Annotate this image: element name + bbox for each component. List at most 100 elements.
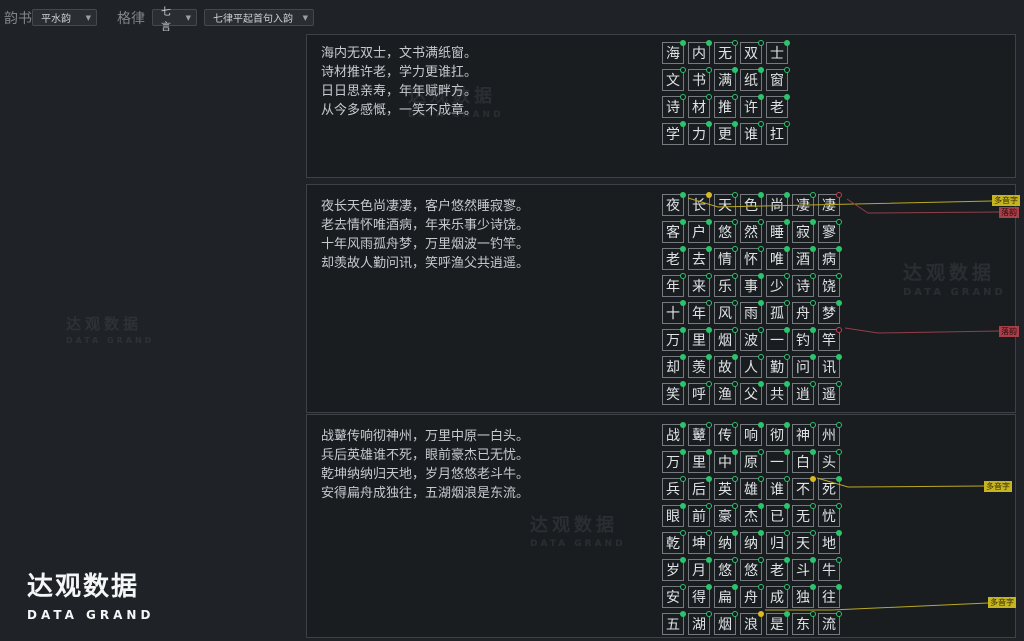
tone-dot-icon [706,611,712,617]
char-cell: 寂 [792,221,814,243]
char-cell: 双 [740,42,762,64]
char-cell: 夜 [662,194,684,216]
rhyme-error-badge: 落韵 [999,207,1019,218]
char-cell: 钓 [792,329,814,351]
char-cell: 谁 [740,123,762,145]
char-cell: 却 [662,356,684,378]
tone-dot-icon [732,503,738,509]
char-cell: 年 [688,302,710,324]
tone-dot-icon [706,530,712,536]
char-cell: 然 [740,221,762,243]
tone-dot-icon [732,67,738,73]
char-cell: 战 [662,424,684,446]
tone-dot-icon [732,381,738,387]
poem-panel: 战鼙传响彻神州，万里中原一白头。兵后英雄谁不死，眼前豪杰已无忧。乾坤纳纳归天地，… [306,414,1016,638]
tone-dot-icon [836,273,842,279]
char-cell: 湖 [688,613,710,635]
pattern-select[interactable]: 七律平起首句入韵 ▼ [204,9,314,26]
char-cell: 头 [818,451,840,473]
char-cell: 海 [662,42,684,64]
tone-dot-icon [810,192,816,198]
tone-dot-icon [732,121,738,127]
meter-select[interactable]: 七言 ▼ [152,9,197,26]
char-cell: 士 [766,42,788,64]
tone-dot-icon [732,530,738,536]
tone-dot-icon [784,67,790,73]
char-grid-row: 五湖烟浪是东流 [662,613,844,636]
char-grid-row: 老去情怀唯酒病 [662,248,844,271]
tone-dot-icon [836,381,842,387]
poem-line: 乾坤纳纳归天地，岁月悠悠老斗牛。 [321,465,529,484]
char-cell: 许 [740,96,762,118]
poem-text: 夜长天色尚凄凄，客户悠然睡寂寥。老去情怀唯酒病，年来乐事少诗饶。十年风雨孤舟梦，… [321,197,529,273]
char-grid-row: 文书满纸窗 [662,69,792,92]
tone-dot-icon [810,327,816,333]
char-cell: 得 [688,586,710,608]
tone-dot-icon [784,557,790,563]
tone-dot-icon [680,67,686,73]
tone-dot-icon [680,192,686,198]
char-cell: 文 [662,69,684,91]
tone-dot-icon [836,584,842,590]
tone-dot-icon [784,354,790,360]
tone-dot-icon [732,476,738,482]
tone-dot-icon [810,449,816,455]
tone-dot-icon [758,219,764,225]
char-cell: 是 [766,613,788,635]
tone-dot-icon [680,381,686,387]
char-cell: 月 [688,559,710,581]
tone-dot-icon [680,422,686,428]
char-cell: 故 [714,356,736,378]
tone-dot-icon [784,584,790,590]
char-cell: 里 [688,451,710,473]
tone-dot-icon [784,530,790,536]
meter-label: 格律 [117,8,145,28]
tone-dot-icon [706,422,712,428]
char-cell: 纳 [740,532,762,554]
rhyme-error-badge: 落韵 [999,326,1019,337]
char-grid: 夜长天色尚凄凄客户悠然睡寂寥老去情怀唯酒病年来乐事少诗饶十年风雨孤舟梦万里烟波一… [662,194,844,410]
polyphonic-badge: 多音字 [992,195,1020,206]
char-cell: 杰 [740,505,762,527]
tone-dot-icon [706,354,712,360]
char-cell: 舟 [740,586,762,608]
char-cell: 扛 [766,123,788,145]
poem-line: 战鼙传响彻神州，万里中原一白头。 [321,427,529,446]
tone-dot-icon [732,584,738,590]
char-cell: 讯 [818,356,840,378]
tone-dot-icon [784,381,790,387]
tone-dot-icon [836,246,842,252]
char-cell: 凄 [818,194,840,216]
char-cell: 雄 [740,478,762,500]
poem-line: 从今多感慨，一笑不成章。 [321,101,477,120]
char-grid-row: 万里烟波一钓竿 [662,329,844,352]
poem-text: 战鼙传响彻神州，万里中原一白头。兵后英雄谁不死，眼前豪杰已无忧。乾坤纳纳归天地，… [321,427,529,503]
char-cell: 病 [818,248,840,270]
char-cell: 不 [792,478,814,500]
chevron-down-icon: ▼ [86,14,91,22]
char-grid-row: 岁月悠悠老斗牛 [662,559,844,582]
tone-dot-icon [836,300,842,306]
char-cell: 学 [662,123,684,145]
tone-dot-icon [706,121,712,127]
char-cell: 眼 [662,505,684,527]
char-cell: 浪 [740,613,762,635]
tone-dot-icon [758,503,764,509]
char-grid-row: 安得扁舟成独往 [662,586,844,609]
tone-dot-icon [706,192,712,198]
char-cell: 舟 [792,302,814,324]
tone-dot-icon [784,476,790,482]
tone-dot-icon [706,246,712,252]
char-cell: 少 [766,275,788,297]
char-cell: 事 [740,275,762,297]
char-cell: 长 [688,194,710,216]
char-cell: 白 [792,451,814,473]
tone-dot-icon [758,121,764,127]
tone-dot-icon [732,449,738,455]
rhyme-book-select[interactable]: 平水韵 ▼ [32,9,97,26]
char-cell: 更 [714,123,736,145]
tone-dot-icon [810,354,816,360]
char-cell: 来 [688,275,710,297]
tone-dot-icon [810,503,816,509]
pattern-value: 七律平起首句入韵 [213,10,293,25]
